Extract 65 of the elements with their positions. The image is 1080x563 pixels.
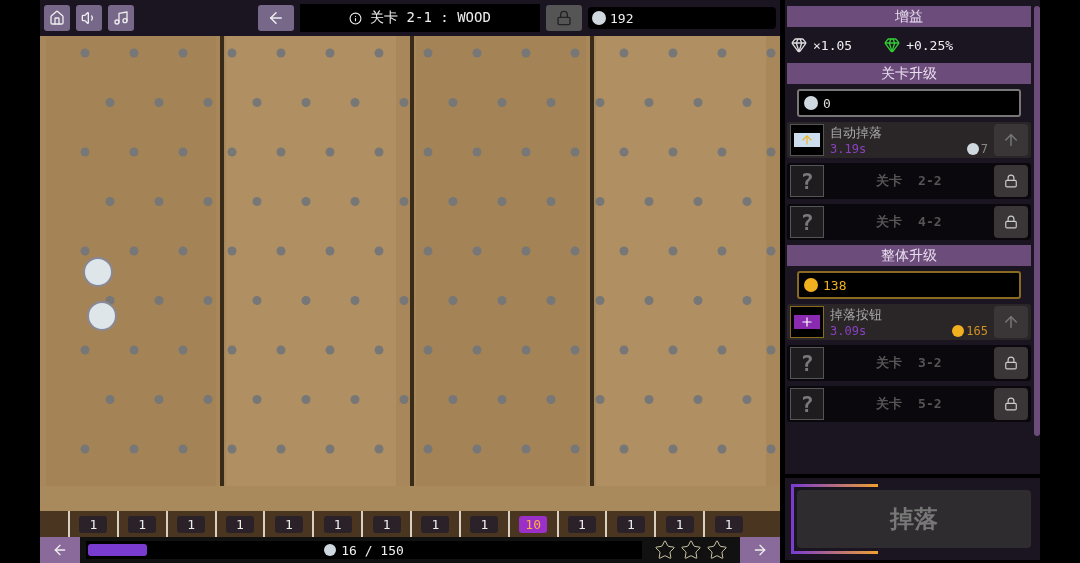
multiplier-label: 1: [226, 515, 254, 533]
lock-icon: [1004, 397, 1018, 411]
locked-name: 关卡 2-2: [875, 172, 943, 190]
multiplier-label: 1: [274, 515, 303, 533]
locked-name: 关卡 4-2: [875, 213, 943, 231]
upgrade-cost: 7: [966, 142, 988, 156]
lock-icon: [1004, 174, 1018, 188]
multiplier-label: 1: [568, 515, 596, 533]
multiplier-label: 1: [128, 515, 157, 533]
multiplier-label: 1: [177, 515, 206, 533]
scrollbar[interactable]: [1034, 6, 1040, 436]
star-icon: [706, 539, 728, 561]
lock-icon: [1004, 215, 1018, 229]
balance-field: 138: [797, 271, 1021, 299]
star-icon: [680, 539, 702, 561]
section-header: 整体升级: [787, 245, 1031, 266]
star-icon: [654, 539, 676, 561]
bonus-text: ×1.05: [813, 37, 853, 53]
question-mark: ?: [790, 206, 824, 238]
music-note-icon: [113, 10, 129, 26]
lock-button[interactable]: [994, 347, 1028, 379]
lock-icon: [1004, 356, 1018, 370]
upgrade-item[interactable]: 掉落按钮 3.09s 165: [787, 304, 1031, 340]
locked-name: 关卡 5-2: [875, 395, 943, 413]
multiplier-label: 1: [470, 515, 499, 533]
gem-icon: [791, 37, 807, 53]
back-button[interactable]: [258, 5, 294, 31]
multiplier-label: 1: [714, 515, 743, 533]
progress-reading: 16 / 150: [324, 542, 404, 558]
multiplier-label: 1: [79, 515, 108, 533]
next-button[interactable]: [740, 537, 780, 563]
multiplier-label: 1: [665, 515, 694, 533]
section-header: 增益: [787, 6, 1031, 27]
locked-name: 关卡 3-2: [875, 354, 943, 372]
sound-button[interactable]: [76, 5, 102, 31]
coin-counter: 192: [588, 7, 776, 29]
multiplier-label: 1: [421, 515, 450, 533]
music-button[interactable]: [108, 5, 134, 31]
upgrade-item[interactable]: 自动掉落 3.19s 7: [787, 122, 1031, 158]
question-mark: ?: [790, 388, 824, 420]
multiplier-label: 1: [616, 515, 645, 533]
level-title: 关卡 2-1 : WOOD: [370, 9, 491, 27]
question-mark: ?: [790, 347, 824, 379]
gem-icon: [884, 37, 901, 53]
lock-button[interactable]: [994, 388, 1028, 420]
multiplier-label: 1: [323, 515, 352, 533]
multiplier-label: 1: [372, 515, 401, 533]
balance-field: 0: [797, 89, 1021, 117]
upgrade-name: 自动掉落: [830, 124, 883, 142]
section-header: 关卡升级: [787, 63, 1031, 84]
info-icon: [349, 11, 363, 25]
upgrade-value: 3.19s: [830, 142, 867, 156]
bonus-text: +0.25%: [906, 37, 954, 53]
upgrade-value: 3.09s: [830, 324, 867, 338]
lock-button[interactable]: [994, 206, 1028, 238]
upgrade-name: 掉落按钮: [830, 306, 883, 324]
arrow-left-icon: [52, 542, 68, 558]
upgrade-cost: 165: [952, 324, 988, 338]
lock-button[interactable]: [994, 165, 1028, 197]
home-icon: [49, 10, 65, 26]
multiplier-label: 10: [519, 515, 548, 533]
lock-icon: [556, 10, 572, 26]
previous-button[interactable]: [40, 537, 80, 563]
home-button[interactable]: [44, 5, 70, 31]
question-mark: ?: [790, 165, 824, 197]
